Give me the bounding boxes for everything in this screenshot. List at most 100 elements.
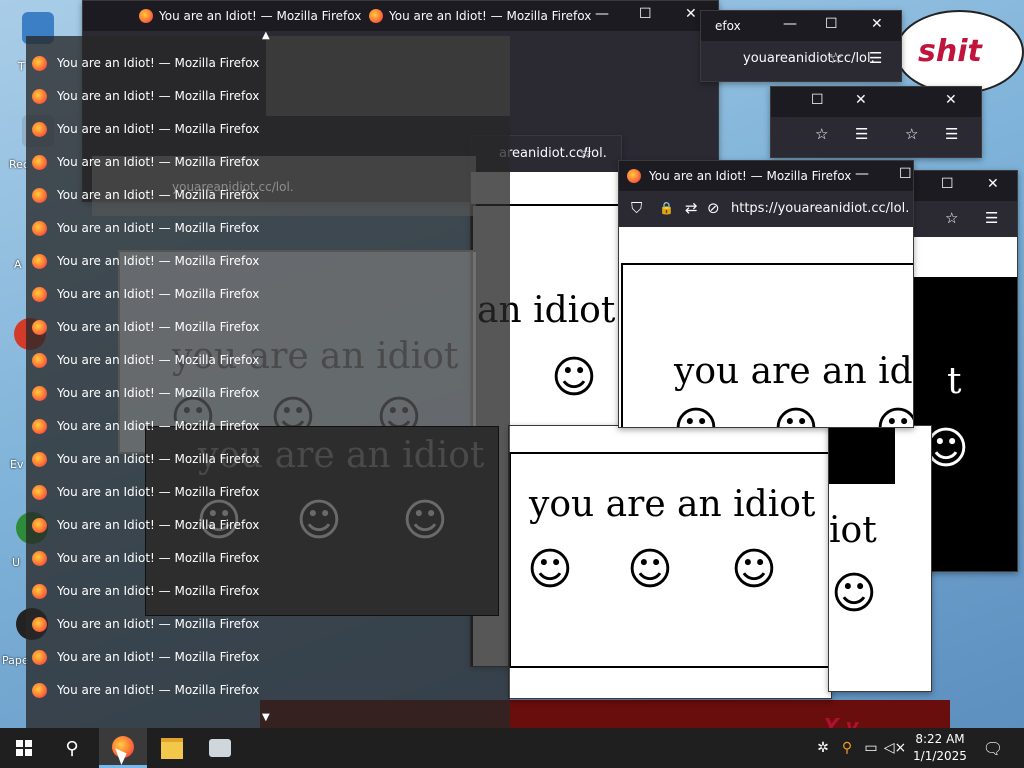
jumplist-item[interactable]: You are an Idiot! — Mozilla Firefox [26, 47, 259, 80]
jumplist-item[interactable]: You are an Idiot! — Mozilla Firefox [26, 146, 259, 179]
close-icon[interactable]: ✕ [987, 176, 999, 192]
firefox-icon [627, 169, 641, 183]
smiley-icon: ☺ [731, 544, 777, 595]
star-icon[interactable]: ☆ [945, 209, 958, 227]
firefox-icon [32, 287, 47, 302]
desktop-label-5: U [12, 556, 21, 569]
jumplist-item[interactable]: You are an Idiot! — Mozilla Firefox [26, 476, 259, 509]
maximize-icon[interactable]: ☐ [811, 92, 824, 108]
system-clock[interactable]: 8:22 AM 1/1/2025 [913, 731, 967, 765]
title-bar[interactable]: You are an Idiot! — Mozilla Firefox You … [83, 1, 718, 31]
tray-app-icon[interactable]: ✲ [812, 728, 834, 768]
network-icon[interactable]: ▭ [860, 728, 882, 768]
title-bar[interactable]: ☐ ✕ ✕ [771, 87, 981, 117]
desktop-label-3: A [14, 258, 22, 271]
minimize-icon[interactable]: — [595, 6, 609, 22]
jumplist-item[interactable]: You are an Idiot! — Mozilla Firefox [26, 674, 260, 707]
desktop-label-4: Ev [10, 458, 24, 471]
firefox-window-lower-right[interactable]: iot ☺ [828, 425, 932, 692]
menu-icon[interactable]: ☰ [855, 125, 868, 143]
jumplist-item[interactable]: You are an Idiot! — Mozilla Firefox [26, 245, 259, 278]
wallpaper-scribble: Y y [824, 714, 859, 728]
jumplist-item-label: You are an Idiot! — Mozilla Firefox [57, 188, 260, 202]
window-title: You are an Idiot! — Mozilla Firefox [389, 9, 592, 23]
search-button[interactable]: ⚲ [48, 728, 96, 768]
jumplist-item[interactable]: You are an Idiot! — Mozilla Firefox [26, 80, 260, 113]
firefox-window-lower[interactable]: you are an idiot ☺ ☺ ☺ [508, 425, 832, 699]
jumplist-item[interactable]: You are an Idiot! — Mozilla Firefox [26, 443, 260, 476]
title-bar[interactable]: You are an Idiot! — Mozilla Firefox — ☐ [619, 161, 913, 191]
desktop-label-6: Pape [2, 654, 29, 667]
jumplist-item[interactable]: You are an Idiot! — Mozilla Firefox [26, 179, 260, 212]
jumplist-item[interactable]: You are an Idiot! — Mozilla Firefox [26, 608, 259, 641]
jumplist-item[interactable]: You are an Idiot! — Mozilla Firefox [26, 410, 259, 443]
jumplist-item[interactable]: You are an Idiot! — Mozilla Firefox [26, 641, 260, 674]
notifications-icon[interactable]: 🗨 [978, 728, 1008, 768]
maximize-icon[interactable]: ☐ [899, 166, 912, 182]
nav-bar: ☆ ☰ [911, 201, 1017, 237]
autoplay-blocked-icon[interactable]: ⊘ [707, 199, 720, 217]
title-bar[interactable]: efox — ☐ ✕ [701, 11, 901, 41]
star-icon[interactable]: ☆ [815, 125, 828, 143]
star-icon[interactable]: ☆ [829, 49, 842, 67]
jumplist-item[interactable]: You are an Idiot! — Mozilla Firefox [26, 113, 259, 146]
menu-icon[interactable]: ☰ [869, 49, 882, 67]
close-icon[interactable]: ✕ [945, 92, 957, 108]
maximize-icon[interactable]: ☐ [941, 176, 954, 192]
firefox-window-back-3[interactable]: ☐ ✕ ✕ ☆ ☰ ☆ ☰ [770, 86, 982, 158]
jumplist-item[interactable]: You are an Idiot! — Mozilla Firefox [26, 509, 259, 542]
close-icon[interactable]: ✕ [855, 92, 867, 108]
minimize-icon[interactable]: — [855, 166, 869, 182]
wallpaper-speech-text: shit [918, 34, 982, 69]
shield-icon[interactable]: ⛉ [631, 199, 642, 217]
nav-bar: ⛉ 🔒 ⇄ ⊘ https://youareanidiot.cc/lol. [619, 191, 913, 227]
page-content: iot ☺ [829, 426, 931, 691]
smiley-icon: ☺ [551, 352, 597, 403]
jumplist-item-label: You are an Idiot! — Mozilla Firefox [57, 287, 260, 301]
jumplist-item[interactable]: You are an Idiot! — Mozilla Firefox [26, 575, 260, 608]
taskbar-app[interactable] [196, 728, 244, 768]
firefox-icon [32, 122, 47, 137]
close-icon[interactable]: ✕ [685, 6, 697, 22]
firefox-window-front[interactable]: You are an Idiot! — Mozilla Firefox — ☐ … [618, 160, 914, 428]
jumplist-item-label: You are an Idiot! — Mozilla Firefox [57, 89, 260, 103]
lock-icon[interactable]: 🔒 [659, 201, 674, 215]
firefox-icon [32, 254, 47, 269]
jumplist-item[interactable]: You are an Idiot! — Mozilla Firefox [26, 542, 259, 575]
url-text[interactable]: https://youareanidiot.cc/lol. [731, 201, 909, 216]
start-button[interactable] [0, 728, 48, 768]
taskbar: ⚲ ✲ ⚲ ▭ ◁× 8:22 AM 1/1/2025 🗨 [0, 728, 1024, 768]
page-frame [621, 263, 913, 427]
star-icon[interactable]: ☆ [579, 144, 592, 162]
maximize-icon[interactable]: ☐ [825, 16, 838, 32]
jumplist-item[interactable]: You are an Idiot! — Mozilla Firefox [26, 212, 259, 245]
jumplist-item[interactable]: You are an Idiot! — Mozilla Firefox [26, 377, 259, 410]
jumplist-item[interactable]: You are an Idiot! — Mozilla Firefox [26, 278, 260, 311]
maximize-icon[interactable]: ☐ [639, 6, 652, 22]
menu-icon[interactable]: ☰ [945, 125, 958, 143]
jumplist-item-label: You are an Idiot! — Mozilla Firefox [57, 683, 260, 697]
jumplist-item[interactable]: You are an Idiot! — Mozilla Firefox [26, 344, 260, 377]
close-icon[interactable]: ✕ [871, 16, 883, 32]
jumplist-item-label: You are an Idiot! — Mozilla Firefox [57, 353, 260, 367]
idiot-text: iot [829, 510, 877, 551]
taskbar-file-explorer[interactable] [148, 728, 196, 768]
jumplist-item-label: You are an Idiot! — Mozilla Firefox [57, 452, 260, 466]
firefox-icon [32, 353, 47, 368]
url-text[interactable]: youareanidiot.cc/lol. [743, 51, 875, 66]
star-icon[interactable]: ☆ [905, 125, 918, 143]
jumplist-item-label: You are an Idiot! — Mozilla Firefox [57, 584, 260, 598]
nav-bar: youareanidiot.cc/lol. ☆ ☰ [701, 41, 901, 77]
jumplist-item[interactable]: You are an Idiot! — Mozilla Firefox [26, 311, 259, 344]
scroll-up-arrow-icon[interactable]: ▲ [262, 30, 270, 41]
menu-icon[interactable]: ☰ [985, 209, 998, 227]
permissions-icon[interactable]: ⇄ [685, 199, 698, 217]
scroll-down-arrow-icon[interactable]: ▼ [262, 712, 270, 723]
firefox-window-back-2[interactable]: efox — ☐ ✕ youareanidiot.cc/lol. ☆ ☰ [700, 10, 902, 82]
tray-search-icon[interactable]: ⚲ [836, 728, 858, 768]
minimize-icon[interactable]: — [783, 16, 797, 32]
jumplist-item-label: You are an Idiot! — Mozilla Firefox [57, 650, 260, 664]
title-bar[interactable]: ☐ ✕ [911, 171, 1017, 201]
volume-muted-icon[interactable]: ◁× [884, 728, 907, 768]
firefox-icon [32, 584, 47, 599]
